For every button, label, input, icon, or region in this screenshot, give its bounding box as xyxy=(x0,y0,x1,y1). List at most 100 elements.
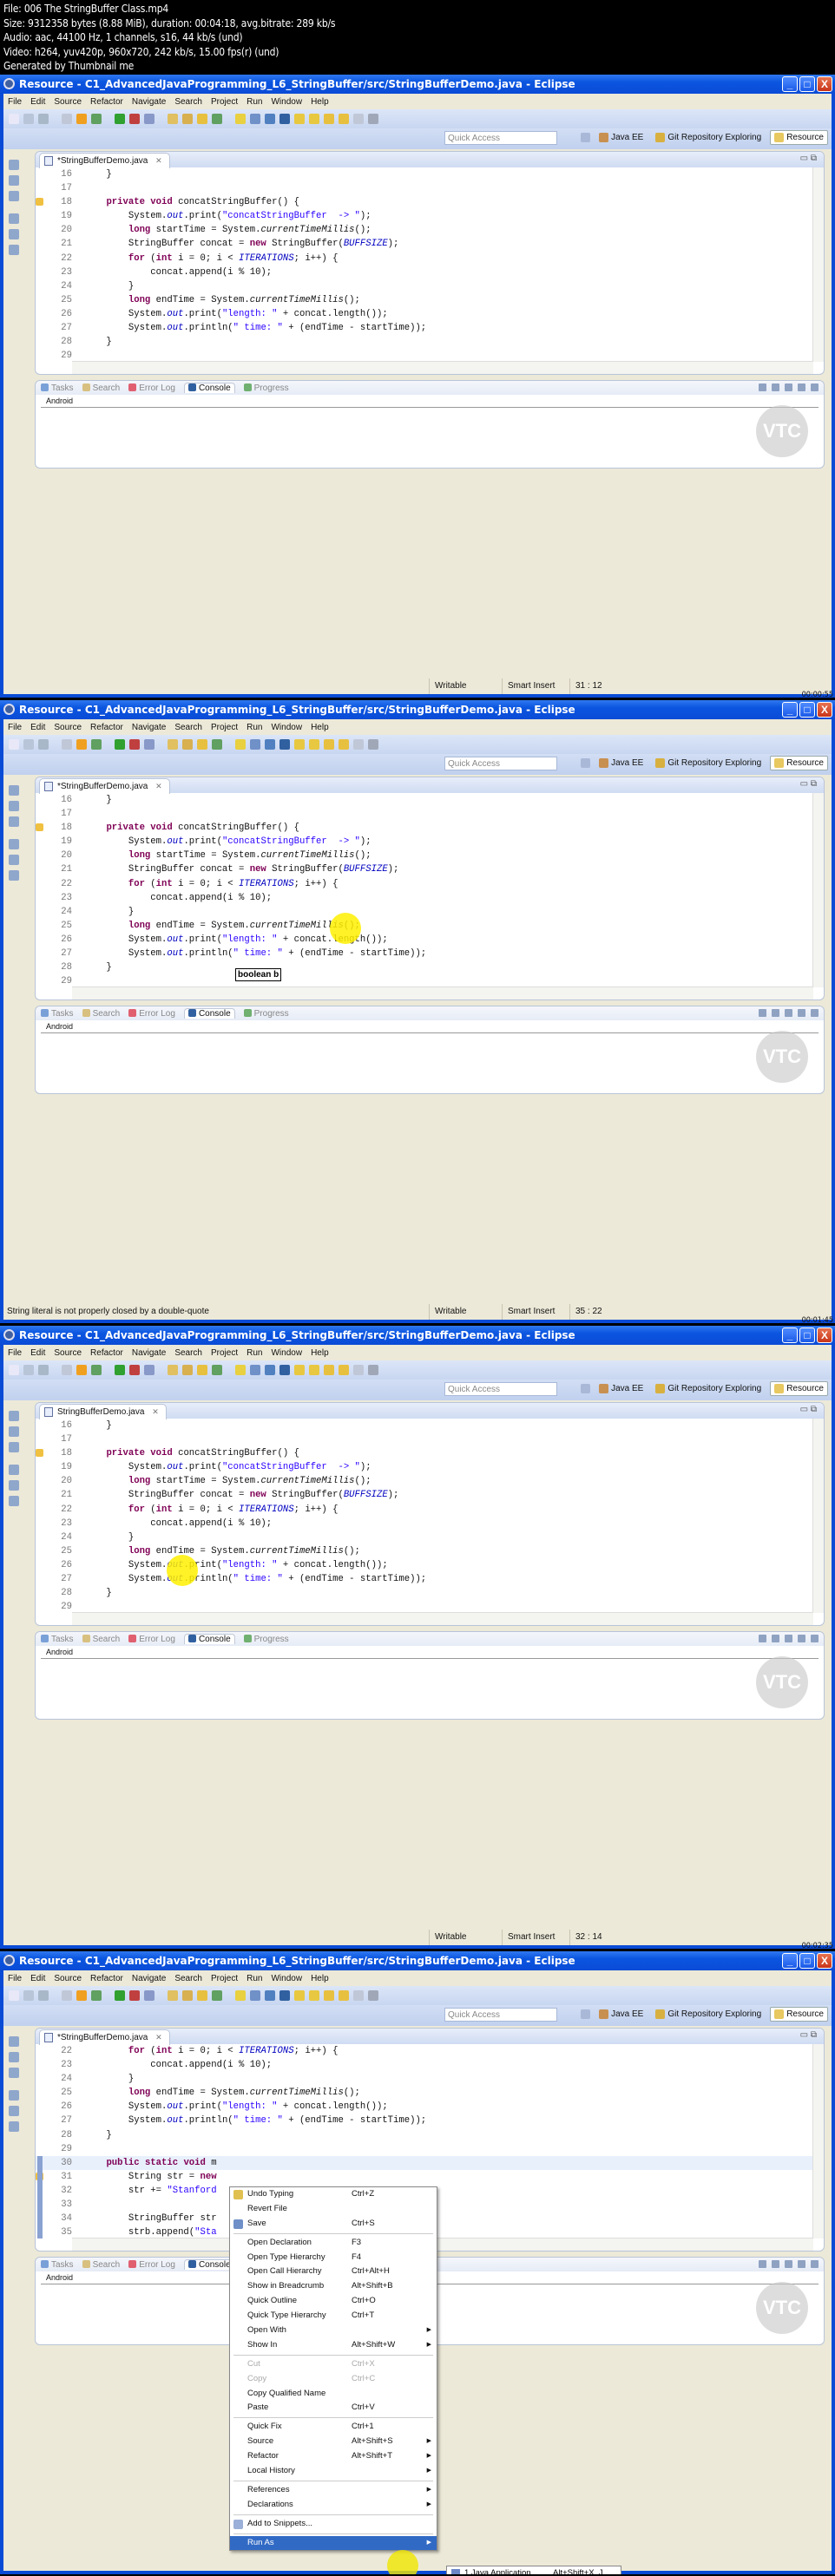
toolbar-button-icon[interactable] xyxy=(76,1990,87,2001)
tab-search[interactable]: Search xyxy=(82,1634,120,1644)
tab-console[interactable]: Console xyxy=(183,383,235,393)
toolbar-button-icon[interactable] xyxy=(235,114,246,124)
open-perspective-icon[interactable] xyxy=(581,1384,591,1393)
menu-item-cut[interactable]: Cut Ctrl+X xyxy=(230,2357,437,2372)
toolbar-button-icon[interactable] xyxy=(91,1990,102,2001)
toolbar-button-icon[interactable] xyxy=(368,1365,378,1375)
horizontal-scrollbar[interactable] xyxy=(72,986,813,1000)
close-tab-icon[interactable]: ✕ xyxy=(155,156,162,165)
toolbar-button-icon[interactable] xyxy=(368,739,378,750)
code-editor[interactable]: *StringBufferDemo.java ✕ ▭ ⧉ 16 } 17 18 pr… xyxy=(35,151,825,375)
menu-file[interactable]: File xyxy=(3,1974,26,1983)
menu-item-copy[interactable]: Copy Ctrl+C xyxy=(230,2372,437,2387)
code-line[interactable]: 24 } xyxy=(36,1531,813,1544)
code-line[interactable]: 17 xyxy=(36,807,813,821)
toolbar-button-icon[interactable] xyxy=(182,114,193,124)
perspective-git[interactable]: Git Repository Exploring xyxy=(652,2008,765,2021)
toolbar-button-icon[interactable] xyxy=(168,739,178,750)
code-line[interactable]: 20 long startTime = System.currentTimeMi… xyxy=(36,1474,813,1488)
maximize-button[interactable]: □ xyxy=(799,1953,815,1969)
tab-progress[interactable]: Progress xyxy=(243,383,289,393)
toolbar-button-icon[interactable] xyxy=(279,114,290,124)
package-explorer-icon[interactable] xyxy=(9,2068,19,2078)
menu-file[interactable]: File xyxy=(3,723,26,732)
restore-icon[interactable] xyxy=(9,2036,19,2047)
vertical-scrollbar[interactable] xyxy=(812,167,824,362)
perspective-git[interactable]: Git Repository Exploring xyxy=(652,131,765,144)
code-line[interactable]: 22 for (int i = 0; i < ITERATIONS; i++) … xyxy=(36,1503,813,1517)
perspective-resource[interactable]: Resource xyxy=(770,130,828,145)
toolbar-button-icon[interactable] xyxy=(76,114,87,124)
toolbar-button-icon[interactable] xyxy=(168,1990,178,2001)
code-line[interactable]: 28 } xyxy=(36,960,813,974)
menu-source[interactable]: Source xyxy=(49,97,86,107)
code-line[interactable]: 29 xyxy=(36,2142,813,2156)
menu-navigate[interactable]: Navigate xyxy=(128,723,170,732)
toolbar-button-icon[interactable] xyxy=(339,114,349,124)
toolbar-button-icon[interactable] xyxy=(265,739,275,750)
perspective-java-ee[interactable]: Java EE xyxy=(595,131,647,144)
toolbar-button-icon[interactable] xyxy=(368,1990,378,2001)
menu-search[interactable]: Search xyxy=(170,97,207,107)
toolbar-button-icon[interactable] xyxy=(309,1365,319,1375)
task-list-icon[interactable] xyxy=(9,245,19,255)
outline-icon[interactable] xyxy=(9,229,19,239)
perspective-java-ee[interactable]: Java EE xyxy=(595,2008,647,2021)
scroll-lock-icon[interactable] xyxy=(772,383,779,391)
horizontal-scrollbar[interactable] xyxy=(72,1612,813,1625)
open-console-icon[interactable] xyxy=(811,2260,819,2268)
menu-project[interactable]: Project xyxy=(207,1974,242,1983)
menu-search[interactable]: Search xyxy=(170,723,207,732)
toolbar-button-icon[interactable] xyxy=(309,114,319,124)
code-line[interactable]: 19 System.out.print("concatStringBuffer … xyxy=(36,835,813,849)
toolbar-button-icon[interactable] xyxy=(353,1365,364,1375)
minimize-maximize-icons[interactable]: ▭ ⧉ xyxy=(800,154,817,163)
menu-item-open-call-hierarchy[interactable]: Open Call Hierarchy Ctrl+Alt+H xyxy=(230,2265,437,2279)
code-line[interactable]: 26 System.out.print("length: " + concat.… xyxy=(36,307,813,321)
close-button[interactable]: X xyxy=(817,76,832,92)
toolbar-button-icon[interactable] xyxy=(250,1990,260,2001)
toolbar-button-icon[interactable] xyxy=(250,739,260,750)
maximize-button[interactable]: □ xyxy=(799,1327,815,1343)
close-button[interactable]: X xyxy=(817,702,832,718)
tab-search[interactable]: Search xyxy=(82,1008,120,1019)
menu-window[interactable]: Window xyxy=(266,1974,306,1983)
menu-window[interactable]: Window xyxy=(266,97,306,107)
minimize-button[interactable]: _ xyxy=(782,702,798,718)
code-line[interactable]: 28 } xyxy=(36,335,813,349)
code-line[interactable]: 25 long endTime = System.currentTimeMill… xyxy=(36,919,813,933)
menu-file[interactable]: File xyxy=(3,97,26,107)
code-line[interactable]: 20 long startTime = System.currentTimeMi… xyxy=(36,849,813,862)
code-line[interactable]: 18 private void concatStringBuffer() { xyxy=(36,1446,813,1460)
code-line[interactable]: 26 System.out.print("length: " + concat.… xyxy=(36,2100,813,2114)
menu-source[interactable]: Source xyxy=(49,723,86,732)
hierarchy-icon[interactable] xyxy=(9,175,19,186)
menu-help[interactable]: Help xyxy=(306,723,333,732)
open-perspective-icon[interactable] xyxy=(581,2009,591,2019)
code-line[interactable]: 21 StringBuffer concat = new StringBuffe… xyxy=(36,237,813,251)
menu-run[interactable]: Run xyxy=(242,1348,266,1358)
toolbar-button-icon[interactable] xyxy=(197,739,207,750)
toolbar-button-icon[interactable] xyxy=(76,1365,87,1375)
toolbar-button-icon[interactable] xyxy=(324,1990,334,2001)
toolbar-button-icon[interactable] xyxy=(115,1365,125,1375)
tab-error-log[interactable]: Error Log xyxy=(128,1008,175,1019)
toolbar-button-icon[interactable] xyxy=(38,114,49,124)
toolbar-button-icon[interactable] xyxy=(9,114,19,124)
restore-icon[interactable] xyxy=(9,1411,19,1421)
outline-icon[interactable] xyxy=(9,2106,19,2116)
restore-icon[interactable] xyxy=(9,2090,19,2101)
menu-edit[interactable]: Edit xyxy=(26,723,49,732)
tab-progress[interactable]: Progress xyxy=(243,1634,289,1644)
close-tab-icon[interactable]: ✕ xyxy=(152,1407,159,1416)
toolbar-button-icon[interactable] xyxy=(294,1990,305,2001)
menu-item-local-history[interactable]: Local History ▶ xyxy=(230,2464,437,2479)
code-line[interactable]: 21 StringBuffer concat = new StringBuffe… xyxy=(36,1488,813,1502)
toolbar-button-icon[interactable] xyxy=(339,1365,349,1375)
toolbar-button-icon[interactable] xyxy=(91,114,102,124)
toolbar-button-icon[interactable] xyxy=(115,739,125,750)
toolbar-button-icon[interactable] xyxy=(129,114,140,124)
toolbar-button-icon[interactable] xyxy=(324,1365,334,1375)
outline-icon[interactable] xyxy=(9,1480,19,1491)
restore-icon[interactable] xyxy=(9,160,19,170)
